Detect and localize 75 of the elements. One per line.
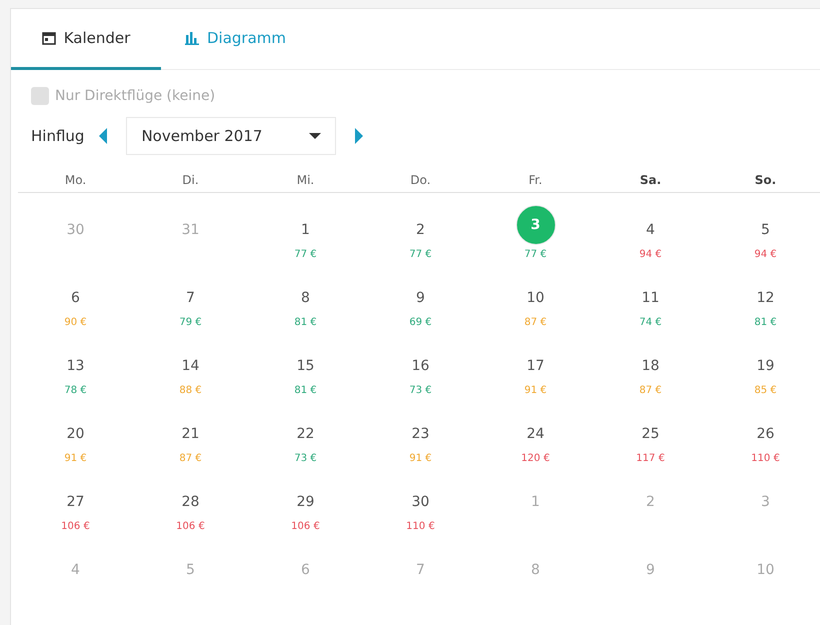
- day-number[interactable]: 6: [60, 283, 90, 313]
- day-number[interactable]: 15: [290, 351, 320, 381]
- day-number[interactable]: 16: [406, 351, 436, 381]
- day-price: 77 €: [524, 249, 547, 260]
- day-price: 78 €: [64, 385, 87, 396]
- day-number[interactable]: 25: [636, 419, 666, 449]
- tab[interactable]: Kalender: [11, 9, 161, 70]
- calendar-icon: [42, 31, 56, 45]
- day-price: 73 €: [409, 385, 432, 396]
- weekday-header: Mi.: [296, 172, 316, 189]
- day-number[interactable]: 23: [406, 419, 436, 449]
- day-price: 69 €: [409, 317, 432, 328]
- day-price: 87 €: [179, 453, 202, 464]
- weekday-header: Do.: [409, 172, 432, 189]
- caret-icon: [309, 132, 322, 140]
- month-dropdown[interactable]: November 2017: [126, 117, 336, 155]
- day-number[interactable]: 17: [520, 351, 550, 381]
- day-number[interactable]: 9: [406, 283, 436, 313]
- day-price: 87 €: [524, 317, 547, 328]
- day-price: 74 €: [639, 317, 662, 328]
- weekday-header: So.: [754, 172, 778, 189]
- day-number[interactable]: 19: [750, 351, 780, 381]
- day-price: 81 €: [294, 385, 317, 396]
- day-price: 120 €: [521, 453, 550, 464]
- day-price: 106 €: [61, 521, 90, 532]
- day-price: 81 €: [294, 317, 317, 328]
- day-number[interactable]: 18: [636, 351, 666, 381]
- weekday-header: Sa.: [638, 172, 662, 189]
- day-price: 73 €: [294, 453, 317, 464]
- day-price: 88 €: [179, 385, 202, 396]
- day-number[interactable]: 2: [406, 215, 436, 245]
- day-price: 94 €: [754, 249, 777, 260]
- day-price: 106 €: [291, 521, 320, 532]
- day-number[interactable]: 1: [290, 215, 320, 245]
- day-number[interactable]: 22: [290, 419, 320, 449]
- day-price: 117 €: [636, 453, 665, 464]
- day-price: 91 €: [64, 453, 87, 464]
- day-number[interactable]: 12: [750, 283, 780, 313]
- day-price: 79 €: [179, 317, 202, 328]
- day-number[interactable]: 10: [520, 283, 550, 313]
- day-number[interactable]: 27: [60, 487, 90, 517]
- weekday-header: Fr.: [528, 172, 544, 189]
- day-number[interactable]: 28: [176, 487, 206, 517]
- day-number[interactable]: 8: [290, 283, 320, 313]
- day-number[interactable]: 5: [750, 215, 780, 245]
- next-arrow-icon[interactable]: [354, 128, 364, 144]
- weekday-header: Mo.: [64, 172, 88, 189]
- day-number[interactable]: 11: [636, 283, 666, 313]
- day-number[interactable]: 13: [60, 351, 90, 381]
- day-price: 91 €: [524, 385, 547, 396]
- day-number[interactable]: 20: [60, 419, 90, 449]
- day-price: 85 €: [754, 385, 777, 396]
- day-price: 77 €: [409, 249, 432, 260]
- day-number[interactable]: 7: [176, 283, 206, 313]
- day-number[interactable]: 4: [636, 215, 666, 245]
- day-number[interactable]: 29: [290, 487, 320, 517]
- day-number[interactable]: 26: [750, 419, 780, 449]
- outbound-label: Hinflug: [31, 127, 84, 145]
- day-number[interactable]: 14: [176, 351, 206, 381]
- day-number[interactable]: 30: [406, 487, 436, 517]
- weekday-header: Di.: [181, 172, 200, 189]
- day-price: 87 €: [639, 385, 662, 396]
- bar-chart-icon: [185, 31, 199, 45]
- day-price: 110 €: [751, 453, 780, 464]
- day-price: 106 €: [176, 521, 205, 532]
- day-price: 90 €: [64, 317, 87, 328]
- day-price: 81 €: [754, 317, 777, 328]
- day-price: 91 €: [409, 453, 432, 464]
- day-price: 94 €: [639, 249, 662, 260]
- day-price: 77 €: [294, 249, 317, 260]
- previous-arrow-icon[interactable]: [98, 128, 108, 144]
- day-price: 110 €: [406, 521, 435, 532]
- checkbox-label: Nur Direktflüge (keine): [55, 88, 216, 104]
- day-number[interactable]: 21: [176, 419, 206, 449]
- day-number[interactable]: 24: [520, 419, 550, 449]
